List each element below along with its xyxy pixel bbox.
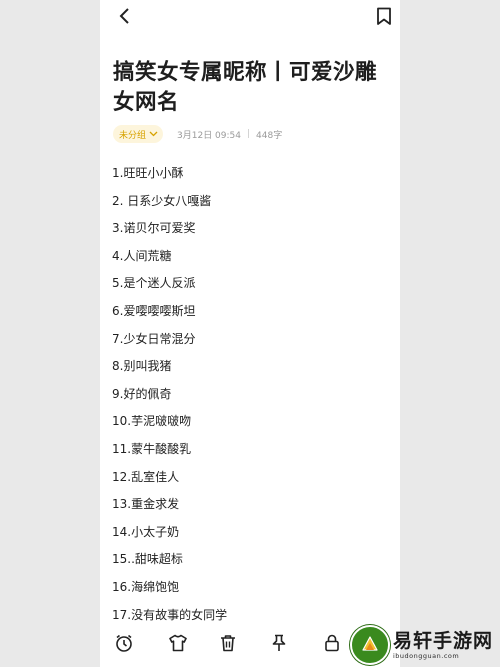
trash-icon — [221, 635, 235, 652]
group-selector[interactable]: 未分组 — [113, 125, 164, 143]
list-item: 16.海绵饱饱 — [112, 579, 180, 594]
note-date: 3月12日 09:54 — [177, 130, 241, 141]
list-item: 8.别叫我猪 — [112, 359, 172, 374]
bookmark-button[interactable] — [374, 5, 394, 27]
word-count: 448字 — [256, 130, 283, 141]
list-item: 7.少女日常混分 — [112, 331, 196, 346]
pin-icon — [272, 634, 286, 651]
lock-button[interactable] — [321, 632, 343, 654]
pin-button[interactable] — [268, 632, 290, 654]
note-meta: 未分组 3月12日 09:54 | 448字 — [113, 124, 282, 144]
note-title: 搞笑女专属昵称丨可爱沙雕女网名 — [113, 60, 378, 115]
chevron-left-icon — [119, 8, 129, 24]
list-item: 10.芋泥啵啵吻 — [112, 414, 192, 429]
meta-separator: | — [247, 129, 251, 139]
delete-button[interactable] — [217, 632, 239, 654]
group-label: 未分组 — [119, 130, 147, 141]
list-item: 4.人间荒糖 — [112, 248, 172, 263]
list-item: 11.蒙牛酸酸乳 — [112, 441, 192, 456]
watermark-logo — [350, 625, 390, 665]
leaf-logo-icon — [362, 636, 378, 651]
reminder-button[interactable] — [113, 632, 135, 654]
list-item: 13.重金求发 — [112, 497, 180, 512]
list-item: 12.乱室佳人 — [112, 469, 180, 484]
note-page: 搞笑女专属昵称丨可爱沙雕女网名 未分组 3月12日 09:54 | 448字 1… — [100, 0, 400, 667]
chevron-down-icon — [149, 131, 158, 137]
top-bar — [100, 0, 400, 34]
list-item: 2. 日系少女八嘎酱 — [112, 193, 212, 208]
list-item: 5.是个迷人反派 — [112, 276, 196, 291]
watermark: 易轩手游网 ibudongguan.com — [350, 623, 500, 667]
theme-button[interactable] — [167, 632, 189, 654]
watermark-name: 易轩手游网 — [393, 629, 494, 652]
lock-icon — [325, 634, 339, 652]
watermark-text: 易轩手游网 ibudongguan.com — [393, 630, 493, 661]
list-item: 15..甜味超标 — [112, 552, 183, 567]
tshirt-icon — [169, 634, 187, 652]
bookmark-icon — [377, 7, 391, 25]
back-button[interactable] — [114, 5, 134, 27]
list-item: 3.诺贝尔可爱奖 — [112, 221, 196, 236]
list-item: 6.爱嘤嘤嘤斯坦 — [112, 303, 196, 318]
list-item: 9.好的佩奇 — [112, 386, 172, 401]
alarm-clock-icon — [116, 634, 132, 652]
list-item: 1.旺旺小小酥 — [112, 166, 184, 180]
watermark-url: ibudongguan.com — [393, 651, 460, 660]
list-item: 14.小太子奶 — [112, 524, 180, 539]
nickname-list: 1.旺旺小小酥 2. 日系少女八嘎酱 3.诺贝尔可爱奖 4.人间荒糖 5.是个迷… — [112, 160, 392, 629]
